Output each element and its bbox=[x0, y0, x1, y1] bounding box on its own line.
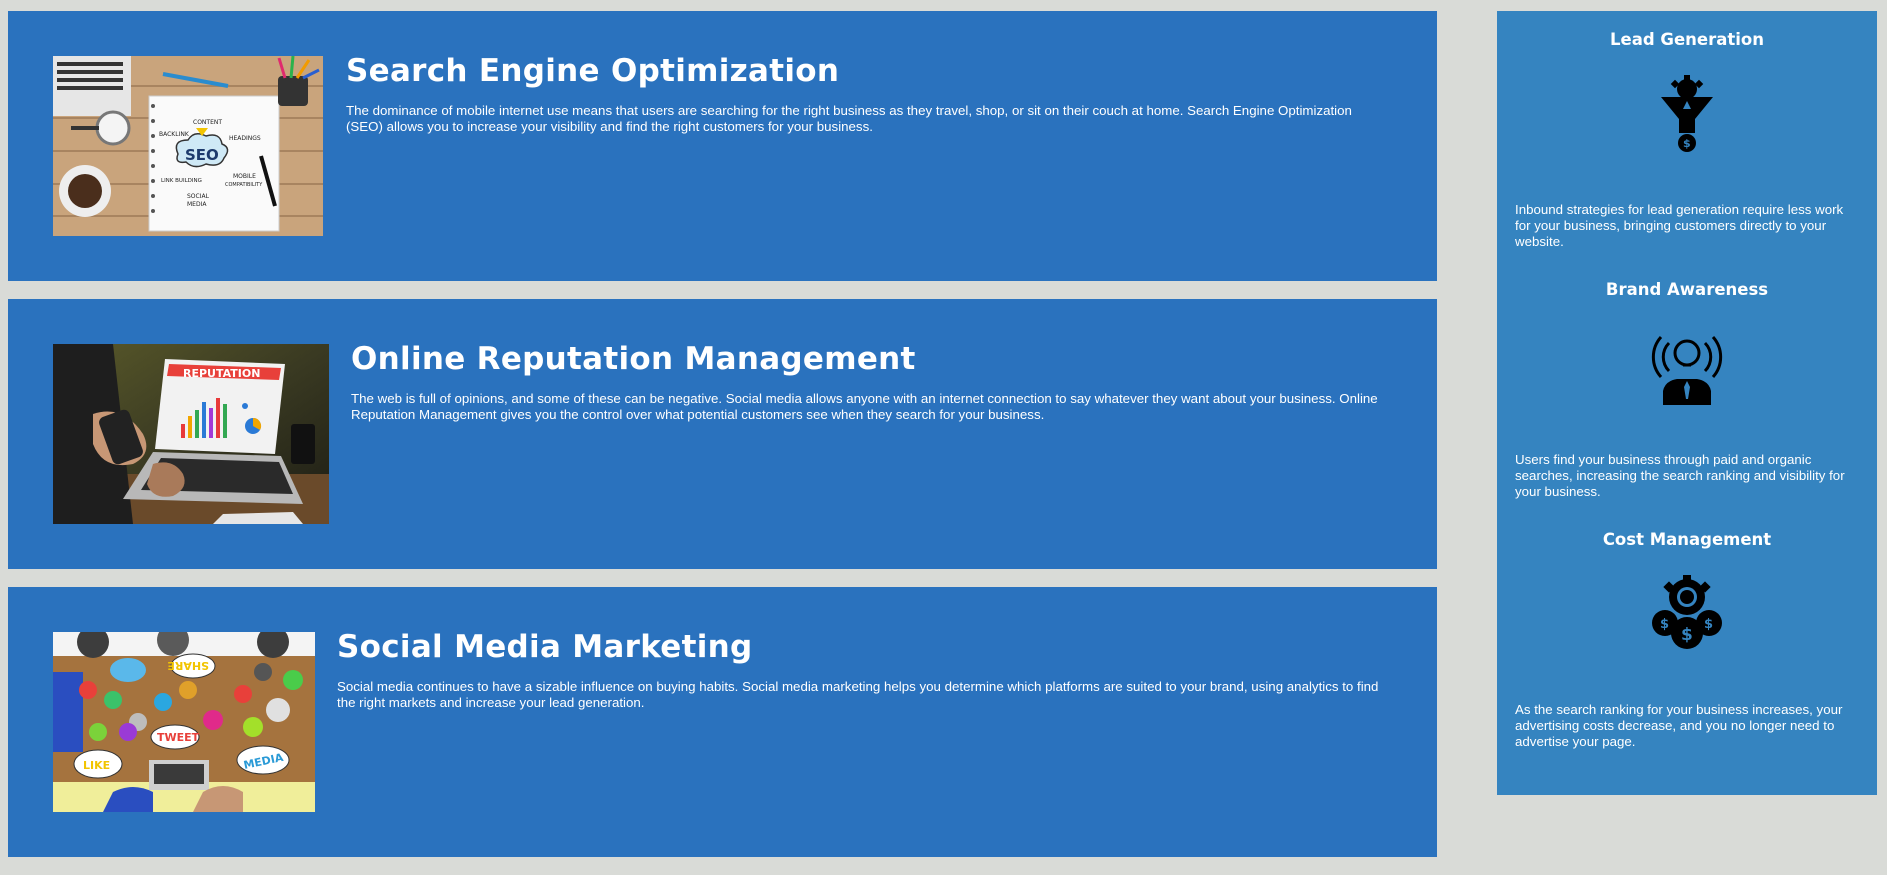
seo-headings-label: HEADINGS bbox=[229, 135, 261, 142]
seo-text: Search Engine Optimization The dominance… bbox=[346, 53, 1389, 135]
benefits-sidebar: Lead Generation $ Inbound strategies for… bbox=[1497, 11, 1877, 795]
seo-description: The dominance of mobile internet use mea… bbox=[346, 103, 1352, 134]
seo-title: Search Engine Optimization bbox=[346, 53, 840, 89]
benefit-brand-awareness: Brand Awareness Users find your business… bbox=[1515, 261, 1859, 511]
reputation-banner-label: REPUTATION bbox=[183, 367, 260, 380]
social-like-label: LIKE bbox=[83, 759, 110, 772]
reputation-title: Online Reputation Management bbox=[351, 341, 916, 377]
benefit-title: Lead Generation bbox=[1610, 30, 1764, 49]
benefit-description: As the search ranking for your business … bbox=[1515, 702, 1843, 749]
svg-text:$: $ bbox=[1683, 137, 1691, 150]
benefit-cost-management: Cost Management $ $ $ As the search rankin… bbox=[1515, 511, 1859, 761]
benefit-description: Inbound strategies for lead generation r… bbox=[1515, 202, 1844, 249]
social-text: Social Media Marketing Social media cont… bbox=[337, 629, 1389, 711]
seo-card: SEO CONTENT BACKLINK HEADINGS LINK BUILD… bbox=[8, 11, 1437, 281]
services-content: SEO CONTENT BACKLINK HEADINGS LINK BUILD… bbox=[8, 11, 1437, 875]
seo-backlink-label: BACKLINK bbox=[159, 131, 190, 138]
seo-linkbuilding-label: LINK BUILDING bbox=[161, 178, 202, 184]
reputation-text: Online Reputation Management The web is … bbox=[351, 341, 1389, 423]
seo-image: SEO CONTENT BACKLINK HEADINGS LINK BUILD… bbox=[53, 56, 323, 236]
social-share-label: SHARE bbox=[167, 659, 209, 672]
coins-gear-icon: $ $ $ bbox=[1652, 575, 1722, 649]
social-card: SHARE TWEET LIKE MEDIA Social Media Mark… bbox=[8, 587, 1437, 857]
benefit-lead-generation: Lead Generation $ Inbound strategies for… bbox=[1515, 11, 1859, 261]
social-title: Social Media Marketing bbox=[337, 629, 753, 665]
benefit-title: Cost Management bbox=[1602, 530, 1772, 549]
reputation-description: The web is full of opinions, and some of… bbox=[351, 391, 1378, 422]
reputation-image: REPUTATION bbox=[53, 344, 329, 524]
seo-content-label: CONTENT bbox=[193, 119, 222, 126]
lightbulb-person-icon bbox=[1651, 336, 1723, 405]
reputation-card: REPUTATION Online Reputation Management … bbox=[8, 299, 1437, 569]
seo-compat-label: COMPATIBILITY bbox=[225, 182, 263, 188]
social-tweet-label: TWEET bbox=[157, 731, 200, 744]
svg-text:$: $ bbox=[1660, 617, 1669, 632]
svg-text:$: $ bbox=[1681, 625, 1693, 645]
seo-word: SEO bbox=[185, 146, 219, 164]
benefit-title: Brand Awareness bbox=[1605, 280, 1769, 299]
svg-text:$: $ bbox=[1704, 617, 1713, 632]
social-image: SHARE TWEET LIKE MEDIA bbox=[53, 632, 315, 812]
funnel-gear-icon: $ bbox=[1661, 75, 1713, 152]
seo-media-label: MEDIA bbox=[187, 201, 207, 208]
seo-social-label: SOCIAL bbox=[187, 193, 210, 200]
benefit-description: Users find your business through paid an… bbox=[1515, 452, 1845, 499]
seo-mobile-label: MOBILE bbox=[233, 173, 256, 180]
social-description: Social media continues to have a sizable… bbox=[337, 679, 1379, 710]
